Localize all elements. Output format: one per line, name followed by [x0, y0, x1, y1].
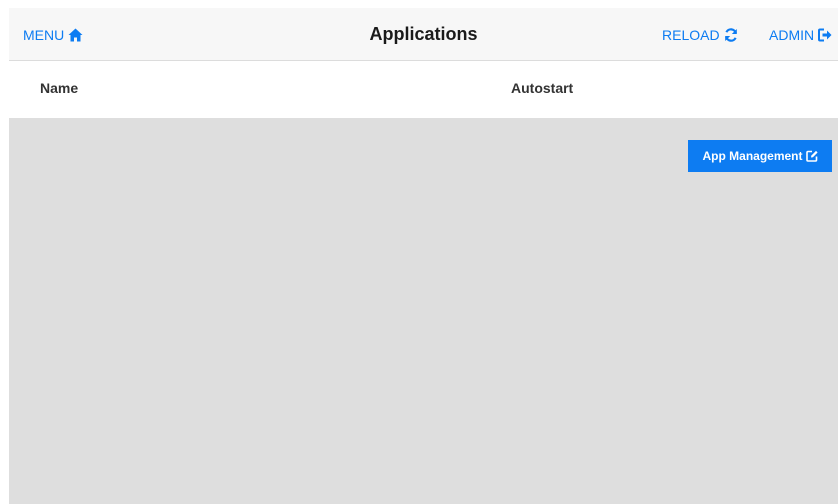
content-area: App Management — [9, 118, 838, 504]
admin-link[interactable]: ADMIN — [769, 25, 832, 45]
page: MENU Applications RELOAD ADMIN Name Auto… — [0, 0, 838, 504]
sign-out-icon — [818, 28, 832, 42]
edit-icon — [805, 150, 818, 162]
app-management-button[interactable]: App Management — [688, 140, 832, 172]
column-header-autostart[interactable]: Autostart — [511, 80, 573, 96]
admin-label: ADMIN — [769, 27, 815, 43]
reload-label: RELOAD — [662, 27, 720, 43]
top-navbar: MENU Applications RELOAD ADMIN — [9, 8, 838, 61]
reload-link[interactable]: RELOAD — [662, 25, 738, 45]
refresh-icon — [724, 28, 738, 42]
app-management-label: App Management — [702, 149, 803, 163]
table-header: Name Autostart — [9, 61, 838, 118]
left-gutter — [0, 0, 9, 504]
column-header-name[interactable]: Name — [40, 80, 78, 96]
